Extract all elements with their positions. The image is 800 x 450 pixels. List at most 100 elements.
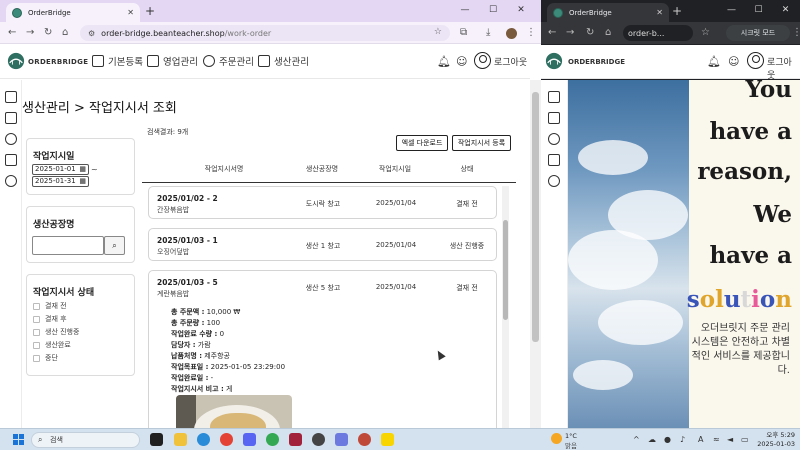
user-icon[interactable] — [747, 52, 764, 69]
tray-mic-icon[interactable]: ♪ — [680, 433, 685, 447]
date-to-input[interactable]: 2025-01-31 ▦ — [32, 176, 89, 187]
maximize-icon[interactable]: ☐ — [745, 2, 772, 18]
status-option-after-approval[interactable]: 결재 후 — [33, 314, 67, 324]
wifi-icon[interactable]: ≈ — [713, 433, 720, 447]
taskbar-search-input[interactable]: ⌕ 검색 — [31, 432, 140, 448]
table-scroll-thumb[interactable] — [503, 220, 508, 320]
chrome-icon[interactable] — [220, 433, 233, 446]
nav-orders[interactable]: 주문관리 — [203, 54, 254, 68]
browser-tab-orderbridge[interactable]: OrderBridge ✕ — [6, 3, 140, 22]
github-icon[interactable] — [312, 433, 325, 446]
rail-edit-icon[interactable] — [5, 91, 17, 103]
orderbridge-logo-icon[interactable] — [7, 52, 25, 70]
browser-tab-orderbridge-incognito[interactable]: OrderBridge ✕ — [547, 3, 669, 22]
status-option-stopped[interactable]: 중단 — [33, 353, 58, 363]
minimize-icon[interactable]: — — [718, 2, 745, 18]
profile-avatar[interactable] — [506, 28, 517, 39]
calendar-icon[interactable]: ▦ — [79, 165, 86, 174]
chatbot-icon[interactable]: ☺ — [456, 55, 467, 68]
chatbot-icon[interactable]: ☺ — [728, 55, 739, 68]
tray-lang-icon[interactable]: A — [698, 433, 703, 447]
date-from-input[interactable]: 2025-01-01 ▦ — [32, 164, 89, 175]
register-work-order-button[interactable]: 작업지시서 등록 — [452, 135, 511, 151]
forward-icon[interactable]: → — [26, 26, 34, 40]
back-icon[interactable]: ← — [548, 26, 556, 40]
volume-icon[interactable]: ◄ — [727, 433, 733, 447]
logout-button[interactable]: 로그아웃 — [494, 55, 527, 68]
discord-icon[interactable] — [243, 433, 256, 446]
tab-close-icon[interactable]: ✕ — [127, 8, 134, 17]
logo-text[interactable]: ORDERBRIDGE — [568, 58, 625, 66]
bell-icon[interactable]: 🔔︎ — [437, 55, 451, 68]
reload-icon[interactable]: ↻ — [44, 26, 52, 40]
page-scroll-thumb[interactable] — [532, 92, 539, 342]
kakaotalk-icon[interactable] — [381, 433, 394, 446]
checkbox[interactable] — [33, 328, 40, 336]
edge-icon[interactable] — [197, 433, 210, 446]
excel-download-button[interactable]: 엑셀 다운로드 — [396, 135, 448, 151]
table-row-expanded[interactable]: 2025/01/03 - 5 계란볶음밥 생산 5 창고 2025/01/04 … — [148, 270, 497, 428]
status-option-before-approval[interactable]: 결재 전 — [33, 301, 67, 311]
rail-chart-icon[interactable] — [548, 175, 560, 187]
page-scrollbar[interactable] — [530, 80, 541, 428]
incognito-badge[interactable]: 시크릿 모드 — [726, 25, 790, 41]
app-icon[interactable] — [358, 433, 371, 446]
minimize-icon[interactable]: — — [451, 2, 479, 18]
nav-sales[interactable]: 영업관리 — [147, 54, 198, 68]
tray-cloud-icon[interactable]: ☁ — [648, 433, 656, 447]
rail-edit-icon[interactable] — [548, 91, 560, 103]
table-scrollbar[interactable] — [502, 186, 509, 428]
rail-link-icon[interactable] — [548, 133, 560, 145]
close-window-icon[interactable]: ✕ — [772, 2, 799, 18]
home-icon[interactable]: ⌂ — [605, 26, 611, 40]
close-window-icon[interactable]: ✕ — [507, 2, 535, 18]
status-option-completed[interactable]: 생산완료 — [33, 340, 71, 350]
new-tab-icon[interactable]: + — [145, 3, 155, 19]
file-explorer-icon[interactable] — [174, 433, 187, 446]
battery-icon[interactable]: ▭ — [741, 433, 749, 447]
tab-close-icon[interactable]: ✕ — [656, 8, 663, 17]
rail-factory-icon[interactable] — [5, 154, 17, 166]
tray-chevron-icon[interactable]: ^ — [633, 433, 640, 447]
maximize-icon[interactable]: ☐ — [479, 2, 507, 18]
bookmark-star-icon[interactable]: ☆ — [434, 27, 442, 37]
rail-chart-icon[interactable] — [5, 175, 17, 187]
chrome-alt-icon[interactable] — [266, 433, 279, 446]
table-row[interactable]: 2025/01/03 - 1 오징어덮밥 생산 1 창고 2025/01/04 … — [148, 228, 497, 261]
site-info-icon[interactable]: ⚙ — [88, 29, 95, 38]
logo-text[interactable]: ORDERBRIDGE — [28, 58, 88, 66]
bell-icon[interactable]: 🔔︎ — [707, 55, 721, 68]
nav-production[interactable]: 생산관리 — [258, 54, 309, 68]
task-view-icon[interactable] — [150, 433, 163, 446]
rail-link-icon[interactable] — [5, 133, 17, 145]
nav-basic-register[interactable]: 기본등록 — [92, 54, 143, 68]
table-row[interactable]: 2025/01/02 - 2 간장볶음밥 도시락 창고 2025/01/04 결… — [148, 186, 497, 219]
notepad-icon[interactable] — [335, 433, 348, 446]
bookmark-star-icon[interactable]: ☆ — [701, 26, 710, 40]
tray-kakao-icon[interactable]: ● — [664, 433, 671, 447]
rail-handshake-icon[interactable] — [548, 112, 560, 124]
url-input[interactable]: order-b... — [623, 25, 693, 41]
checkbox[interactable] — [33, 341, 40, 349]
url-input[interactable]: ⚙ order-bridge.beanteacher.shop/work-ord… — [80, 25, 450, 41]
user-icon[interactable] — [474, 52, 491, 69]
checkbox[interactable] — [33, 315, 40, 323]
download-icon[interactable]: ⤓ — [486, 26, 490, 40]
calendar-icon[interactable]: ▦ — [79, 177, 86, 186]
system-clock[interactable]: 오후 5:29 2025-01-03 — [755, 431, 795, 449]
extensions-icon[interactable]: ⧉ — [460, 26, 467, 40]
intellij-icon[interactable] — [289, 433, 302, 446]
new-tab-icon[interactable]: + — [672, 3, 682, 19]
windows-start-icon[interactable] — [13, 434, 24, 445]
rail-factory-icon[interactable] — [548, 154, 560, 166]
orderbridge-logo-icon[interactable] — [545, 52, 563, 70]
forward-icon[interactable]: → — [566, 26, 574, 40]
checkbox[interactable] — [33, 354, 40, 362]
rail-handshake-icon[interactable] — [5, 112, 17, 124]
factory-search-button[interactable]: ⌕ — [104, 236, 125, 255]
status-option-in-production[interactable]: 생산 진행중 — [33, 327, 79, 337]
home-icon[interactable]: ⌂ — [62, 26, 68, 40]
factory-search-input[interactable] — [32, 236, 104, 255]
back-icon[interactable]: ← — [8, 26, 16, 40]
reload-icon[interactable]: ↻ — [586, 26, 594, 40]
